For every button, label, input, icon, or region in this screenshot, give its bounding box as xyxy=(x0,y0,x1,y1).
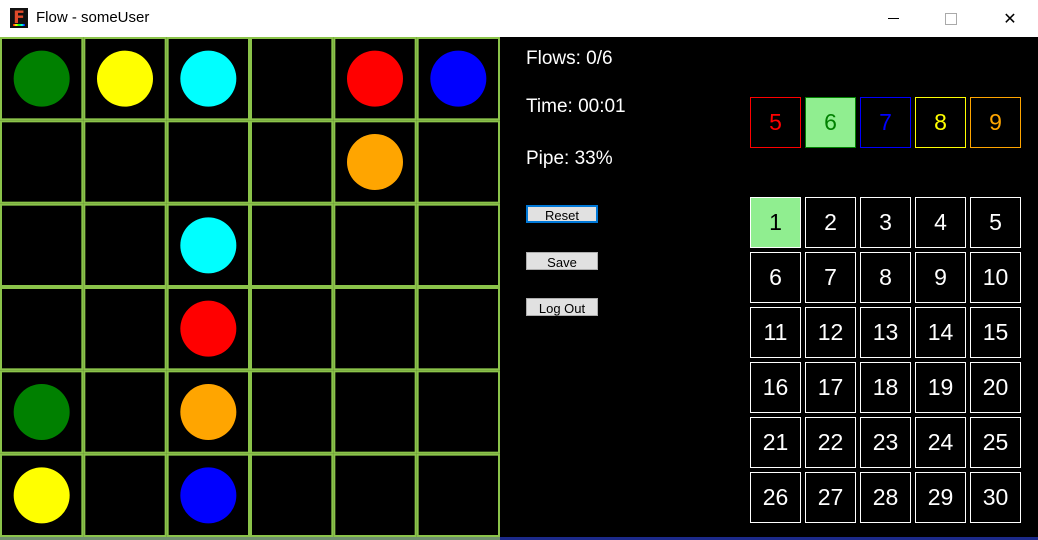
level-button-24[interactable]: 24 xyxy=(915,417,966,468)
close-icon: ✕ xyxy=(1003,9,1017,28)
size-button-7[interactable]: 7 xyxy=(860,97,911,148)
board-cell[interactable] xyxy=(333,370,417,454)
board-cell[interactable] xyxy=(83,453,167,537)
minimize-button[interactable] xyxy=(870,0,916,37)
app-f-icon: F xyxy=(10,8,28,28)
board-cell[interactable] xyxy=(166,120,251,204)
level-button-14[interactable]: 14 xyxy=(915,307,966,358)
blue-dot[interactable] xyxy=(180,467,237,524)
board-cell[interactable] xyxy=(333,453,417,537)
title-bar: F Flow - someUser ✕ xyxy=(0,0,1038,37)
board-cell[interactable] xyxy=(0,120,84,204)
cyan-dot[interactable] xyxy=(180,50,237,107)
window-title: Flow - someUser xyxy=(36,9,150,26)
board-cell[interactable] xyxy=(250,287,334,371)
size-button-6[interactable]: 6 xyxy=(805,97,856,148)
board-cell[interactable] xyxy=(250,370,334,454)
level-button-16[interactable]: 16 xyxy=(750,362,801,413)
board-cell[interactable] xyxy=(333,287,417,371)
board-cell[interactable] xyxy=(416,453,500,537)
board-cell[interactable] xyxy=(250,203,334,288)
level-button-4[interactable]: 4 xyxy=(915,197,966,248)
size-button-8[interactable]: 8 xyxy=(915,97,966,148)
yellow-dot[interactable] xyxy=(13,467,70,524)
board-cell[interactable] xyxy=(83,287,167,371)
board-cell[interactable] xyxy=(416,120,500,204)
level-button-6[interactable]: 6 xyxy=(750,252,801,303)
board-cell[interactable] xyxy=(83,203,167,288)
board-cell[interactable] xyxy=(416,203,500,288)
reset-button[interactable]: Reset xyxy=(526,205,598,223)
board-cell[interactable] xyxy=(0,287,84,371)
level-button-15[interactable]: 15 xyxy=(970,307,1021,358)
level-button-1[interactable]: 1 xyxy=(750,197,801,248)
level-button-23[interactable]: 23 xyxy=(860,417,911,468)
close-button[interactable]: ✕ xyxy=(987,0,1033,37)
level-button-10[interactable]: 10 xyxy=(970,252,1021,303)
green-dot[interactable] xyxy=(13,384,70,440)
level-button-8[interactable]: 8 xyxy=(860,252,911,303)
board-cell[interactable] xyxy=(83,370,167,454)
level-button-18[interactable]: 18 xyxy=(860,362,911,413)
level-button-28[interactable]: 28 xyxy=(860,472,911,523)
level-button-2[interactable]: 2 xyxy=(805,197,856,248)
size-button-5[interactable]: 5 xyxy=(750,97,801,148)
board-cell[interactable] xyxy=(416,370,500,454)
level-button-26[interactable]: 26 xyxy=(750,472,801,523)
timer: Time: 00:01 xyxy=(526,96,626,117)
cyan-dot[interactable] xyxy=(180,217,237,274)
level-button-12[interactable]: 12 xyxy=(805,307,856,358)
red-dot[interactable] xyxy=(180,300,237,357)
level-button-9[interactable]: 9 xyxy=(915,252,966,303)
level-button-30[interactable]: 30 xyxy=(970,472,1021,523)
level-button-5[interactable]: 5 xyxy=(970,197,1021,248)
level-button-22[interactable]: 22 xyxy=(805,417,856,468)
level-button-17[interactable]: 17 xyxy=(805,362,856,413)
board-cell[interactable] xyxy=(416,287,500,371)
level-button-25[interactable]: 25 xyxy=(970,417,1021,468)
minimize-icon xyxy=(887,18,899,19)
level-button-21[interactable]: 21 xyxy=(750,417,801,468)
maximize-button[interactable] xyxy=(928,0,974,37)
log-out-button[interactable]: Log Out xyxy=(526,298,598,316)
board-cell[interactable] xyxy=(333,203,417,288)
save-button[interactable]: Save xyxy=(526,252,598,270)
green-dot[interactable] xyxy=(13,50,70,107)
yellow-dot[interactable] xyxy=(97,50,153,107)
pipe-percentage: Pipe: 33% xyxy=(526,148,613,169)
board-cell[interactable] xyxy=(83,120,167,204)
board-cell[interactable] xyxy=(250,37,334,121)
orange-dot[interactable] xyxy=(180,384,237,440)
board-cell[interactable] xyxy=(0,203,84,288)
level-button-7[interactable]: 7 xyxy=(805,252,856,303)
orange-dot[interactable] xyxy=(347,134,403,190)
board-cell[interactable] xyxy=(250,120,334,204)
board-cell[interactable] xyxy=(250,453,334,537)
game-board[interactable] xyxy=(0,37,500,537)
blue-dot[interactable] xyxy=(430,50,487,107)
maximize-icon xyxy=(945,12,957,25)
board-grid[interactable] xyxy=(0,37,500,537)
level-button-29[interactable]: 29 xyxy=(915,472,966,523)
level-button-19[interactable]: 19 xyxy=(915,362,966,413)
level-button-11[interactable]: 11 xyxy=(750,307,801,358)
flows-counter: Flows: 0/6 xyxy=(526,48,613,69)
level-button-3[interactable]: 3 xyxy=(860,197,911,248)
size-button-9[interactable]: 9 xyxy=(970,97,1021,148)
level-button-27[interactable]: 27 xyxy=(805,472,856,523)
level-button-20[interactable]: 20 xyxy=(970,362,1021,413)
level-button-13[interactable]: 13 xyxy=(860,307,911,358)
red-dot[interactable] xyxy=(347,50,403,107)
